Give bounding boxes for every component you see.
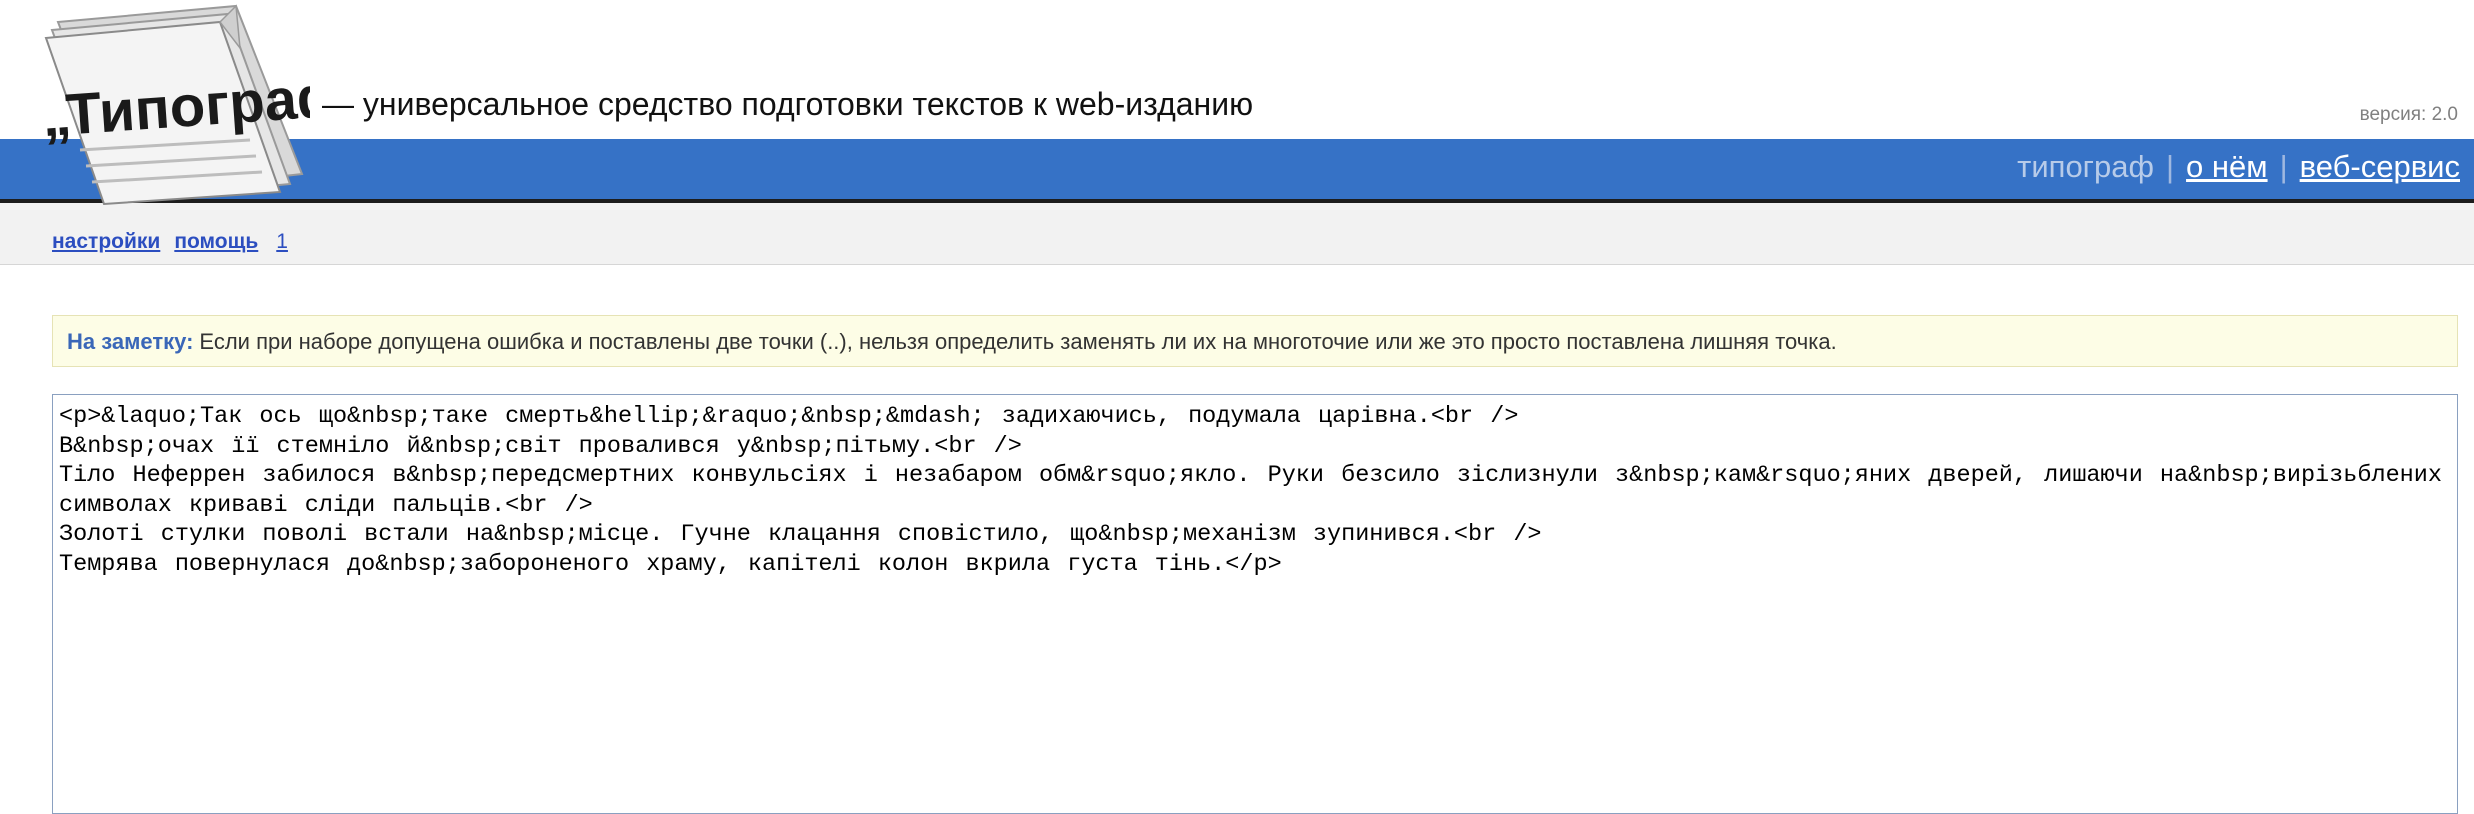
header: „Типограф“ — универсальное средство подг… — [0, 0, 2474, 205]
tip-text: Если при наборе допущена ошибка и постав… — [199, 329, 1837, 354]
tagline: — универсальное средство подготовки текс… — [322, 86, 1254, 122]
text-editor[interactable]: <p>&laquo;Так ось що&nbsp;таке смерть&he… — [52, 394, 2458, 814]
typograf-logo: „Типограф“ — [40, 4, 310, 205]
version-label: версия: 2.0 — [2359, 104, 2458, 125]
tip-box: На заметку: Если при наборе допущена ошиб… — [52, 315, 2458, 367]
nav-link-webservice[interactable]: веб-сервис — [2300, 149, 2460, 184]
toolbar-links: настройки помощь 1 — [52, 230, 302, 254]
main-nav: типограф | о нём | веб-сервис — [2017, 149, 2460, 185]
nav-separator: | — [2279, 149, 2288, 184]
tip-label: На заметку: — [67, 329, 194, 354]
nav-item-typograf: типограф — [2017, 149, 2154, 184]
toolbar: настройки помощь 1 — [0, 203, 2474, 265]
settings-link[interactable]: настройки — [52, 230, 160, 253]
page-link-1[interactable]: 1 — [276, 230, 288, 253]
nav-link-about[interactable]: о нём — [2186, 149, 2268, 184]
nav-separator: | — [2165, 149, 2175, 184]
help-link[interactable]: помощь — [174, 230, 258, 253]
